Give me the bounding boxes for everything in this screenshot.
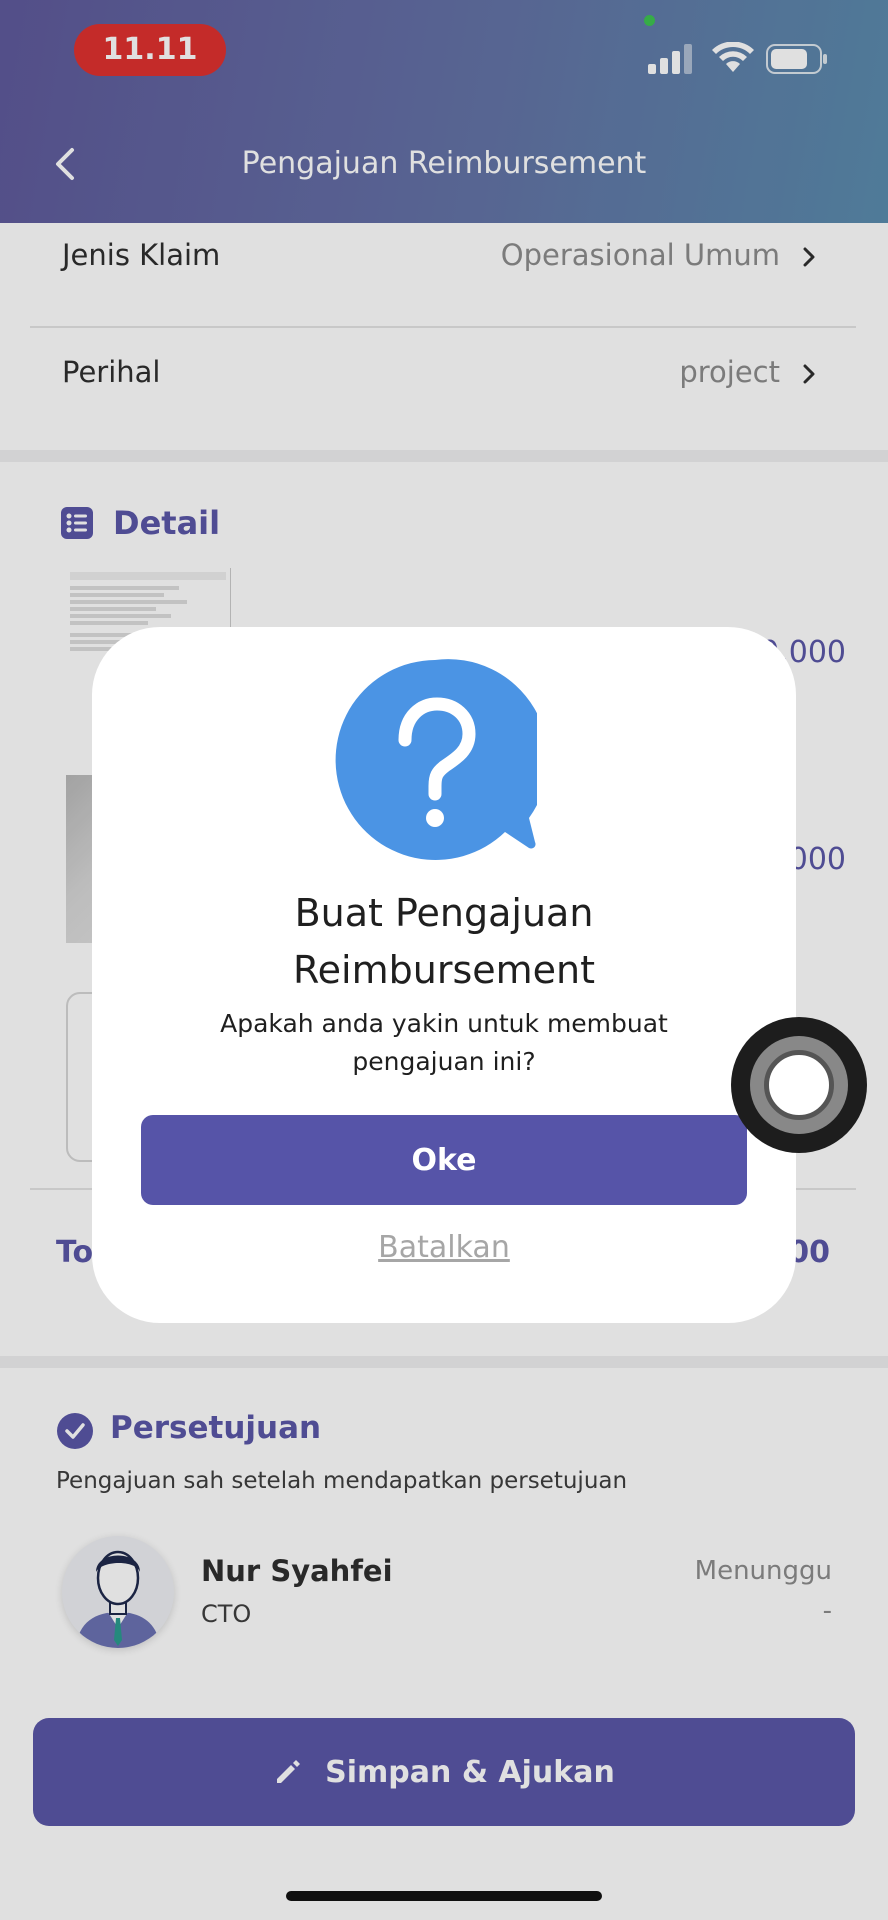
- dialog-message-line: pengajuan ini?: [352, 1047, 536, 1076]
- dialog-title-line: Reimbursement: [292, 948, 596, 992]
- confirm-button[interactable]: Oke: [141, 1115, 747, 1205]
- cancel-link[interactable]: Batalkan: [92, 1230, 796, 1265]
- home-indicator[interactable]: [286, 1891, 602, 1901]
- dialog-message-line: Apakah anda yakin untuk membuat: [220, 1009, 668, 1038]
- dialog-title-line: Buat Pengajuan: [294, 891, 594, 935]
- question-bubble-icon: [335, 659, 537, 860]
- dialog-title: Buat Pengajuan Reimbursement: [92, 885, 796, 999]
- dialog-message: Apakah anda yakin untuk membuat pengajua…: [92, 1005, 796, 1081]
- assistive-touch-icon: [764, 1050, 834, 1120]
